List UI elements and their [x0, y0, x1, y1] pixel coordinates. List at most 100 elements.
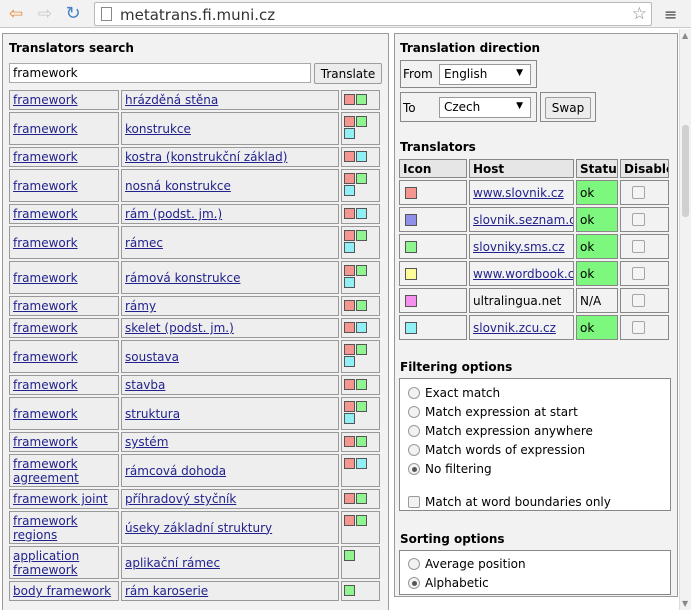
source-link[interactable]: framework — [13, 435, 78, 449]
target-link[interactable]: rámy — [125, 299, 156, 313]
table-header-row: Icon Host Status Disable — [399, 159, 669, 178]
target-link[interactable]: rámová konstrukce — [125, 271, 240, 285]
target-link[interactable]: skelet (podst. jm.) — [125, 321, 234, 335]
radio-button[interactable] — [408, 387, 420, 399]
page-scrollbar[interactable]: ▲ ▼ — [679, 29, 691, 610]
source-link[interactable]: framework — [13, 321, 78, 335]
source-link[interactable]: framework — [13, 93, 78, 107]
source-cell: framework — [9, 318, 119, 338]
radio-button[interactable] — [408, 463, 420, 475]
forward-arrow-icon[interactable]: ⇨ — [35, 4, 55, 24]
icon-cell — [399, 180, 467, 205]
target-link[interactable]: soustava — [125, 350, 179, 364]
green-square-icon — [405, 240, 417, 253]
source-link[interactable]: framework — [13, 378, 78, 392]
source-link[interactable]: framework — [13, 236, 78, 250]
target-cell: struktura — [121, 397, 339, 430]
host-link[interactable]: slovniky.sms.cz — [473, 240, 565, 254]
red-square-icon — [344, 322, 355, 333]
disable-checkbox[interactable] — [632, 294, 645, 307]
host-link[interactable]: www.slovnik.cz — [473, 186, 564, 200]
swap-button[interactable]: Swap — [545, 97, 591, 119]
disable-checkbox[interactable] — [632, 321, 645, 334]
scroll-up-icon[interactable]: ▲ — [682, 31, 688, 40]
radio-button[interactable] — [408, 577, 420, 589]
sort-option[interactable]: Average position — [408, 557, 526, 571]
target-link[interactable]: rámcová dohoda — [125, 464, 226, 478]
result-row: framework hrázděná stěna — [9, 90, 384, 110]
address-bar[interactable]: metatrans.fi.muni.cz ☆ — [94, 2, 652, 26]
target-link[interactable]: rám karoserie — [125, 584, 208, 598]
source-link[interactable]: framework regions — [13, 514, 115, 542]
source-link[interactable]: framework — [13, 207, 78, 221]
source-cell: framework regions — [9, 511, 119, 544]
source-link[interactable]: framework joint — [13, 492, 108, 506]
radio-button[interactable] — [408, 425, 420, 437]
source-link[interactable]: framework — [13, 350, 78, 364]
header-host: Host — [469, 159, 574, 178]
menu-icon[interactable]: ≡ — [664, 5, 677, 24]
word-boundaries-option[interactable]: Match at word boundaries only — [408, 495, 611, 509]
host-link[interactable]: www.wordbook.cz — [473, 267, 573, 281]
target-link[interactable]: stavba — [125, 378, 165, 392]
radio-button[interactable] — [408, 444, 420, 456]
sort-option[interactable]: Alphabetic — [408, 576, 489, 590]
target-link[interactable]: příhradový styčník — [125, 492, 236, 506]
target-link[interactable]: úseky základní struktury — [125, 521, 272, 535]
target-link[interactable]: rámec — [125, 236, 163, 250]
host-link[interactable]: slovnik.seznam.cz — [473, 213, 573, 227]
filter-option[interactable]: Match words of expression — [408, 443, 585, 457]
target-link[interactable]: aplikační rámec — [125, 556, 220, 570]
target-link[interactable]: hrázděná stěna — [125, 93, 218, 107]
cyan-square-icon — [356, 322, 367, 333]
source-link[interactable]: framework — [13, 407, 78, 421]
source-link[interactable]: application framework — [13, 549, 115, 577]
filter-option-label: No filtering — [425, 462, 492, 476]
filter-option[interactable]: No filtering — [408, 462, 492, 476]
target-link[interactable]: kostra (konstrukční základ) — [125, 150, 287, 164]
scroll-down-icon[interactable]: ▼ — [682, 599, 688, 608]
source-link[interactable]: body framework — [13, 584, 111, 598]
source-link[interactable]: framework — [13, 122, 78, 136]
target-link[interactable]: systém — [125, 435, 168, 449]
green-square-icon — [356, 401, 367, 412]
host-link[interactable]: slovnik.zcu.cz — [473, 321, 556, 335]
target-link[interactable]: rám (podst. jm.) — [125, 207, 222, 221]
bookmark-star-icon[interactable]: ☆ — [632, 4, 647, 24]
target-cell: rámy — [121, 296, 339, 316]
disable-checkbox[interactable] — [632, 186, 645, 199]
result-row: application framework aplikační rámec — [9, 546, 384, 579]
back-arrow-icon[interactable]: ⇦ — [6, 4, 26, 24]
source-cell: framework joint — [9, 489, 119, 509]
disable-checkbox[interactable] — [632, 267, 645, 280]
to-language-select[interactable]: Czech ▼ — [439, 97, 531, 118]
icon-cell — [399, 234, 467, 259]
filter-option[interactable]: Match expression anywhere — [408, 424, 593, 438]
search-input[interactable] — [9, 63, 311, 83]
source-cell: framework — [9, 147, 119, 167]
reload-icon[interactable]: ↻ — [63, 4, 83, 24]
source-link[interactable]: framework — [13, 179, 78, 193]
translator-icons — [341, 375, 380, 395]
filter-option[interactable]: Exact match — [408, 386, 500, 400]
to-language-value: Czech — [444, 100, 481, 114]
target-link[interactable]: nosná konstrukce — [125, 179, 231, 193]
source-link[interactable]: framework agreement — [13, 457, 115, 485]
green-square-icon — [356, 493, 367, 504]
scrollbar-thumb[interactable] — [682, 125, 689, 217]
filter-option[interactable]: Match expression at start — [408, 405, 578, 419]
target-link[interactable]: struktura — [125, 407, 180, 421]
from-language-select[interactable]: English ▼ — [439, 64, 531, 85]
source-link[interactable]: framework — [13, 299, 78, 313]
word-boundaries-checkbox[interactable] — [408, 496, 420, 508]
translate-button[interactable]: Translate — [314, 63, 382, 84]
radio-button[interactable] — [408, 406, 420, 418]
target-link[interactable]: konstrukce — [125, 122, 191, 136]
result-row: body framework rám karoserie — [9, 581, 384, 601]
source-link[interactable]: framework — [13, 271, 78, 285]
source-link[interactable]: framework — [13, 150, 78, 164]
disable-checkbox[interactable] — [632, 240, 645, 253]
radio-button[interactable] — [408, 558, 420, 570]
cyan-square-icon — [405, 321, 417, 334]
disable-checkbox[interactable] — [632, 213, 645, 226]
